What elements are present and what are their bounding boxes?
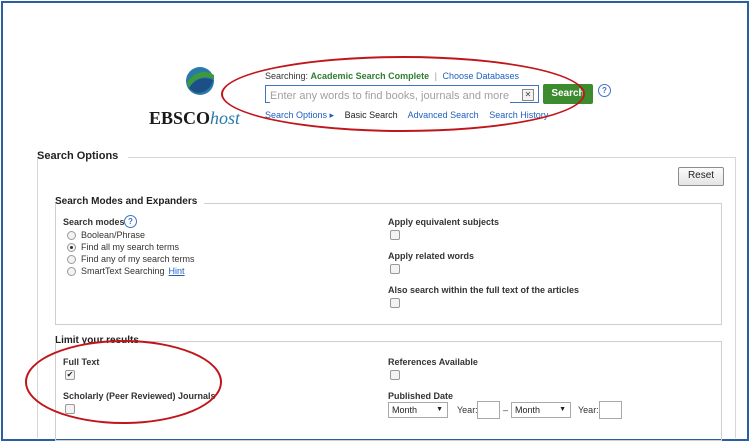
annotation-oval-search bbox=[221, 56, 585, 132]
radio-selected-icon[interactable] bbox=[67, 242, 76, 252]
help-icon[interactable]: ? bbox=[598, 84, 611, 97]
from-year-label: Year: bbox=[457, 405, 478, 415]
radio-boolean-phrase[interactable]: Boolean/Phrase bbox=[67, 230, 145, 240]
radio-icon[interactable] bbox=[67, 254, 76, 264]
radio-icon[interactable] bbox=[67, 230, 76, 240]
divider bbox=[204, 203, 722, 204]
radio-icon[interactable] bbox=[67, 266, 76, 276]
related-words-checkbox[interactable] bbox=[390, 264, 400, 274]
search-modes-label: Search modes bbox=[63, 217, 125, 227]
dropdown-arrow-icon: ▼ bbox=[559, 406, 566, 413]
radio-find-all[interactable]: Find all my search terms bbox=[67, 242, 179, 252]
ebsco-globe-icon bbox=[186, 67, 214, 95]
published-date-label: Published Date bbox=[388, 391, 454, 401]
divider bbox=[145, 341, 722, 342]
references-available-checkbox[interactable] bbox=[390, 370, 400, 380]
hint-link[interactable]: Hint bbox=[169, 266, 185, 276]
from-month-select[interactable]: Month ▼ bbox=[388, 402, 448, 418]
dropdown-arrow-icon: ▼ bbox=[436, 406, 443, 413]
search-modes-help-icon[interactable]: ? bbox=[124, 215, 137, 228]
equivalent-subjects-checkbox[interactable] bbox=[390, 230, 400, 240]
references-available-label: References Available bbox=[388, 357, 478, 367]
reset-button[interactable]: Reset bbox=[678, 167, 724, 186]
to-year-label: Year: bbox=[578, 405, 599, 415]
date-range-dash: – bbox=[503, 405, 509, 415]
logo-wordmark: EBSCOhost bbox=[149, 108, 241, 128]
to-month-select[interactable]: Month ▼ bbox=[511, 402, 571, 418]
full-text-search-checkbox[interactable] bbox=[390, 298, 400, 308]
related-words-label: Apply related words bbox=[388, 251, 475, 261]
full-text-search-label: Also search within the full text of the … bbox=[388, 285, 580, 295]
annotation-oval-limits bbox=[25, 340, 222, 424]
from-year-input[interactable] bbox=[477, 401, 500, 419]
equivalent-subjects-label: Apply equivalent subjects bbox=[388, 217, 500, 227]
to-year-input[interactable] bbox=[599, 401, 622, 419]
radio-find-any[interactable]: Find any of my search terms bbox=[67, 254, 195, 264]
radio-smarttext[interactable]: SmartText Searching Hint bbox=[67, 266, 185, 276]
